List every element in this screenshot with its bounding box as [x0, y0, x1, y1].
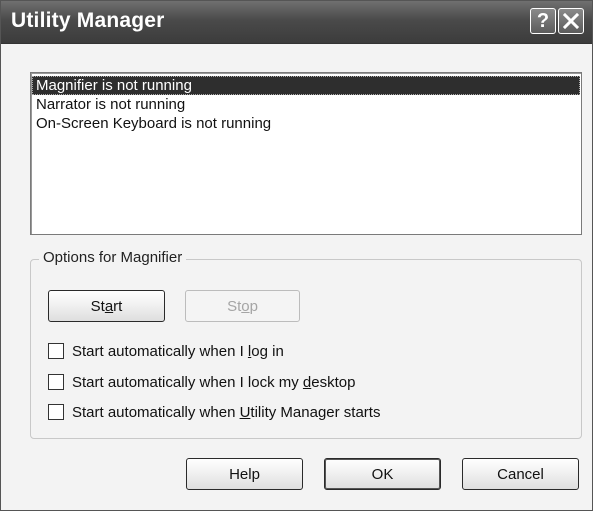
window-title: Utility Manager: [11, 9, 165, 32]
help-glyph: ?: [536, 9, 550, 32]
utility-status-list[interactable]: Magnifier is not running Narrator is not…: [30, 72, 582, 235]
autostart-login-label[interactable]: Start automatically when I log in: [72, 343, 284, 360]
cancel-button[interactable]: Cancel: [462, 458, 579, 490]
title-bar[interactable]: Utility Manager ?: [1, 1, 592, 44]
list-item-onscreen-keyboard[interactable]: On-Screen Keyboard is not running: [32, 114, 580, 133]
start-button[interactable]: Start: [48, 290, 165, 322]
stop-button-label: Stop: [227, 297, 258, 315]
list-item-narrator[interactable]: Narrator is not running: [32, 95, 580, 114]
autostart-utility-manager-row: Start automatically when Utility Manager…: [48, 401, 380, 423]
stop-button[interactable]: Stop: [185, 290, 300, 322]
autostart-lock-label[interactable]: Start automatically when I lock my deskt…: [72, 374, 355, 391]
autostart-login-checkbox[interactable]: [48, 343, 64, 359]
utility-manager-window: Utility Manager ? Magnifier is not runni…: [0, 0, 593, 511]
ok-button[interactable]: OK: [324, 458, 441, 490]
autostart-utility-manager-checkbox[interactable]: [48, 404, 64, 420]
help-button-label: Help: [229, 465, 260, 483]
autostart-lock-checkbox[interactable]: [48, 374, 64, 390]
start-button-label: Start: [90, 297, 123, 315]
autostart-utility-manager-label[interactable]: Start automatically when Utility Manager…: [72, 404, 380, 421]
close-icon[interactable]: [558, 8, 584, 34]
options-group-legend: Options for Magnifier: [39, 249, 187, 266]
cancel-button-label: Cancel: [497, 465, 544, 483]
close-x-glyph: [563, 13, 579, 29]
autostart-lock-row: Start automatically when I lock my deskt…: [48, 371, 355, 393]
help-button[interactable]: Help: [186, 458, 303, 490]
help-icon[interactable]: ?: [530, 8, 556, 34]
ok-button-label: OK: [371, 465, 394, 483]
autostart-login-row: Start automatically when I log in: [48, 340, 284, 362]
list-item-magnifier[interactable]: Magnifier is not running: [32, 76, 580, 95]
